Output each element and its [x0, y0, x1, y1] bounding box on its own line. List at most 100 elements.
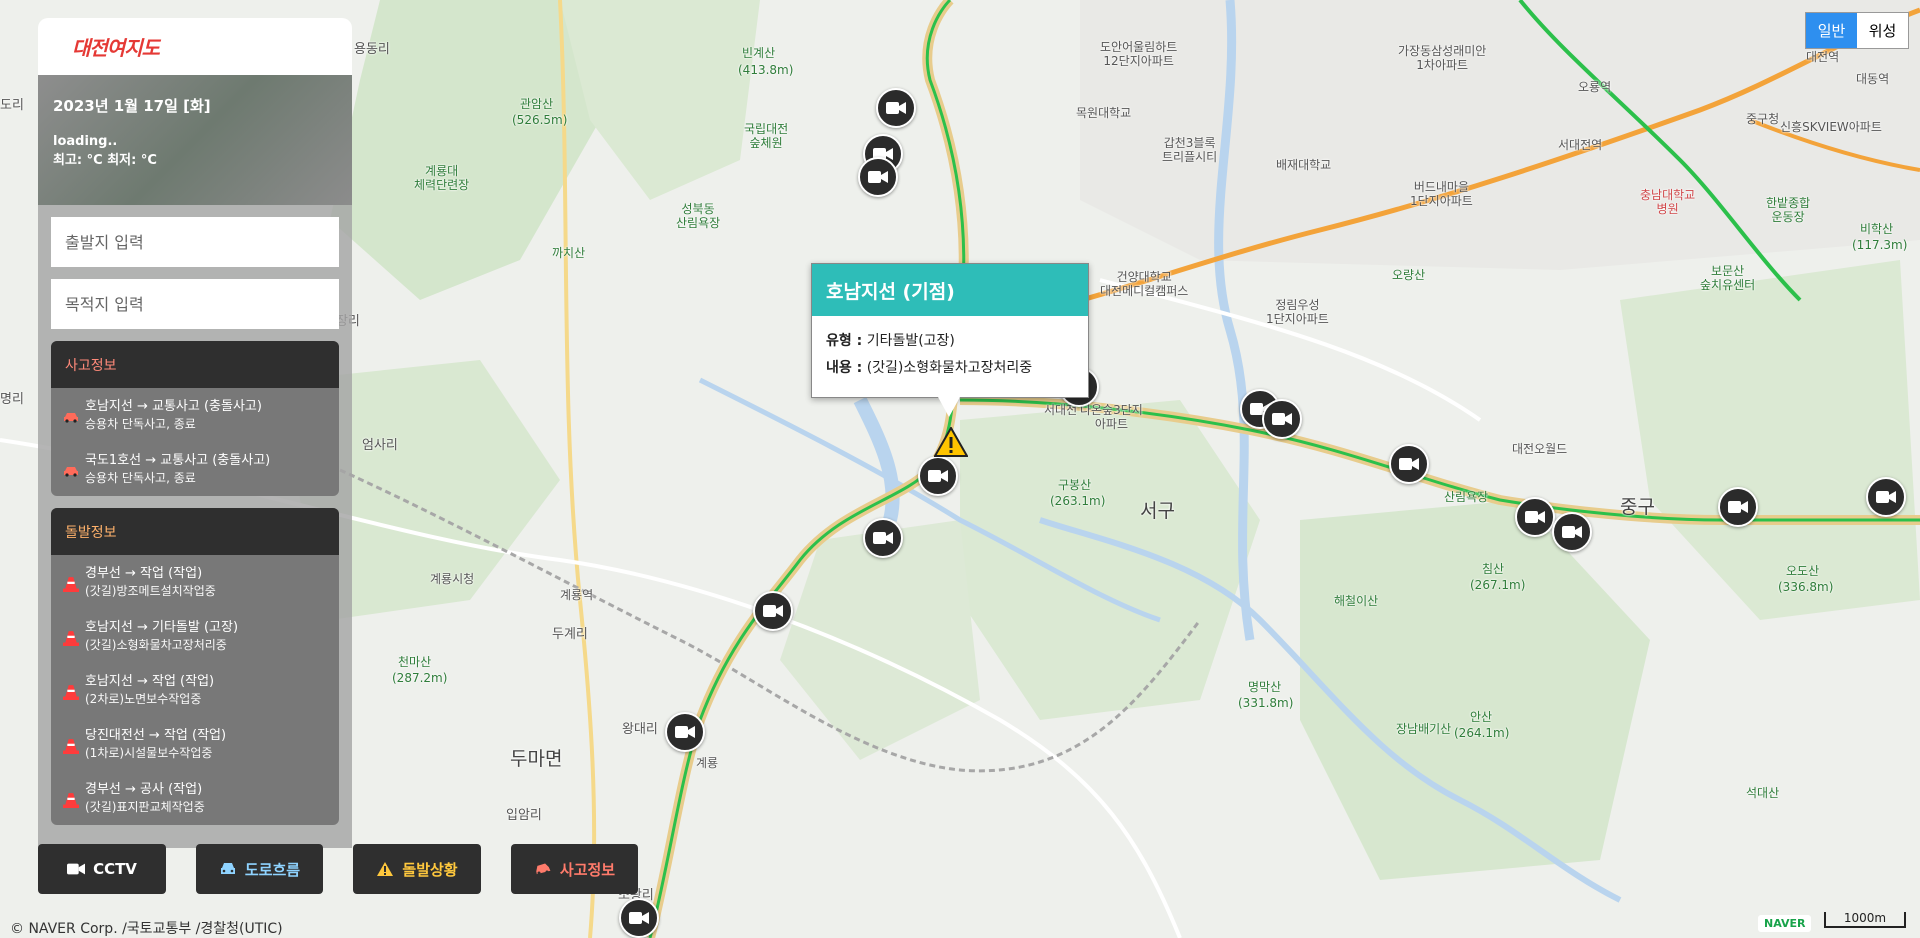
map-label-ipamri: 입암리	[506, 808, 542, 823]
cctv-marker[interactable]	[1552, 512, 1592, 552]
logo[interactable]: 대전여지도	[72, 32, 160, 61]
camera-icon	[629, 912, 649, 924]
logo-box[interactable]: 대전여지도	[38, 18, 352, 75]
map-label-jangnam: 장남배기산	[1396, 722, 1452, 736]
camera-icon	[928, 470, 948, 482]
accident-item[interactable]: 국도1호선 → 교통사고 (충돌사고) 승용차 단독사고, 종료	[51, 442, 339, 496]
incident-warning-icon[interactable]	[934, 427, 968, 457]
map-label-dumamyeon: 두마면	[510, 748, 563, 770]
map-label-dori: 도리	[0, 98, 24, 113]
camera-icon	[868, 171, 888, 183]
map-label-gapcheon: 갑천3블록 트리플시티	[1162, 136, 1218, 165]
cctv-marker[interactable]	[665, 712, 705, 752]
incident-button[interactable]: 돌발상황	[353, 844, 481, 894]
accident-button-label: 사고정보	[559, 860, 616, 879]
cctv-marker[interactable]	[1866, 477, 1906, 517]
map-label-gyeryong-station: 계룡역	[560, 588, 594, 602]
map-label-cheonmasan: 천마산	[398, 655, 432, 669]
map-label-ansan-h: (264.1m)	[1454, 726, 1510, 740]
accident-item-title: 국도1호선 → 교통사고 (충돌사고)	[85, 453, 271, 468]
car-front-icon	[220, 863, 235, 874]
map-label-myeongmasan-h: (331.8m)	[1238, 696, 1294, 710]
cctv-marker[interactable]	[619, 898, 659, 938]
cctv-marker[interactable]	[863, 518, 903, 558]
incident-item[interactable]: 호남지선 → 작업 (작업) (2차로)노면보수작업중	[51, 663, 339, 717]
map-label-chimsan: 침산	[1482, 562, 1505, 576]
incident-item-detail: (2차로)노면보수작업중	[85, 692, 202, 706]
camera-icon	[873, 532, 893, 544]
cctv-marker[interactable]	[1262, 399, 1302, 439]
camera-icon	[763, 605, 783, 617]
map-label-seodaejeon-station: 서대전역	[1558, 138, 1603, 152]
incident-item[interactable]: 호남지선 → 기타돌발 (고장) (갓길)소형화물차고장처리중	[51, 609, 339, 663]
cctv-button[interactable]: CCTV	[38, 844, 166, 894]
weather-date: 2023년 1월 17일 [화]	[53, 97, 211, 115]
incident-item-detail: (갓길)표지판교체작업중	[85, 800, 205, 814]
cctv-marker[interactable]	[753, 591, 793, 631]
cctv-marker[interactable]	[876, 88, 916, 128]
accident-panel: 사고정보 호남지선 → 교통사고 (충돌사고) 승용차 단독사고, 종료 국도1호…	[51, 341, 339, 496]
map-label-haechal: 해철이산	[1334, 594, 1379, 608]
crash-car-icon	[536, 863, 551, 875]
accident-item[interactable]: 호남지선 → 교통사고 (충돌사고) 승용차 단독사고, 종료	[51, 388, 339, 442]
traffic-flow-button-label: 도로흐름	[244, 860, 301, 879]
map-label-junggu: 중구	[1620, 496, 1655, 518]
destination-input[interactable]	[51, 279, 339, 329]
map-label-gajang: 가장동삼성래미안 1차아파트	[1398, 44, 1487, 73]
map-label-baejae: 배재대학교	[1276, 158, 1332, 172]
map-label-cheonmasan-h: (287.2m)	[392, 671, 448, 685]
map-label-daejeon-station: 대전역	[1806, 50, 1840, 64]
cone-icon	[63, 631, 79, 646]
origin-input[interactable]	[51, 217, 339, 267]
car-icon	[64, 467, 78, 477]
traffic-flow-button[interactable]: 도로흐름	[196, 844, 323, 894]
camera-icon	[1272, 413, 1292, 425]
map-label-myeongri: 명리	[0, 392, 24, 407]
map-label-seongbukdong: 성북동 산림욕장	[676, 202, 721, 231]
map-label-eomsari: 엄사리	[362, 438, 398, 453]
cctv-marker[interactable]	[1389, 444, 1429, 484]
cctv-marker[interactable]	[918, 456, 958, 496]
map-label-gyeryong-ic: 계룡	[696, 756, 719, 770]
map-label-mokwon: 목원대학교	[1076, 106, 1132, 120]
popup-tail	[938, 397, 960, 417]
camera-icon	[1399, 458, 1419, 470]
incident-item[interactable]: 경부선 → 작업 (작업) (갓길)방조메트설치작업중	[51, 555, 339, 609]
map-label-geonyang: 건양대학교 대전메디컬캠퍼스	[1100, 270, 1189, 299]
map-label-bihaksan: 비학산	[1860, 222, 1894, 236]
map-label-seokdaesan: 석대산	[1746, 786, 1780, 800]
accident-item-detail: 승용차 단독사고, 종료	[85, 471, 196, 485]
incident-panel-title: 돌발정보	[51, 508, 339, 555]
incident-item-detail: (1차로)시설물보수작업중	[85, 746, 213, 760]
map-label-gubongsan-h: (263.1m)	[1050, 494, 1106, 508]
map-label-seogu: 서구	[1140, 500, 1175, 522]
cone-icon	[63, 577, 79, 592]
camera-icon	[1728, 501, 1748, 513]
incident-item[interactable]: 경부선 → 공사 (작업) (갓길)표지판교체작업중	[51, 771, 339, 825]
accident-button[interactable]: 사고정보	[511, 844, 638, 894]
incident-item-title: 경부선 → 작업 (작업)	[85, 566, 203, 581]
incident-item-title: 호남지선 → 작업 (작업)	[85, 674, 215, 689]
cctv-marker[interactable]	[1515, 497, 1555, 537]
incident-item[interactable]: 당진대전선 → 작업 (작업) (1차로)시설물보수작업중	[51, 717, 339, 771]
camera-icon	[675, 726, 695, 738]
map-label-bingyesan: 빈계산	[742, 46, 776, 60]
map-type-toggle: 일반 위성	[1805, 12, 1909, 49]
cone-icon	[63, 685, 79, 700]
accident-item-detail: 승용차 단독사고, 종료	[85, 417, 196, 431]
map-type-normal[interactable]: 일반	[1806, 13, 1857, 48]
incident-item-title: 경부선 → 공사 (작업)	[85, 782, 203, 797]
map-label-sanlim: 산림욕장	[1444, 490, 1489, 504]
naver-logo[interactable]: NAVER	[1758, 915, 1812, 932]
cone-icon	[63, 793, 79, 808]
map-label-bingyesan-h: (413.8m)	[738, 63, 794, 77]
map-label-yongdongri: 용동리	[354, 42, 390, 57]
map-type-satellite[interactable]: 위성	[1857, 13, 1908, 48]
map-label-chimsan-h: (267.1m)	[1470, 578, 1526, 592]
map-label-oryeong: 오룡역	[1578, 80, 1612, 94]
sidebar: 대전여지도 2023년 1월 17일 [화] loading.. 최고: °C …	[38, 18, 352, 848]
map-label-bihaksan-h: (117.3m)	[1852, 238, 1908, 252]
cctv-marker[interactable]	[858, 157, 898, 197]
map-scale: 1000m	[1824, 912, 1906, 928]
cctv-marker[interactable]	[1718, 487, 1758, 527]
